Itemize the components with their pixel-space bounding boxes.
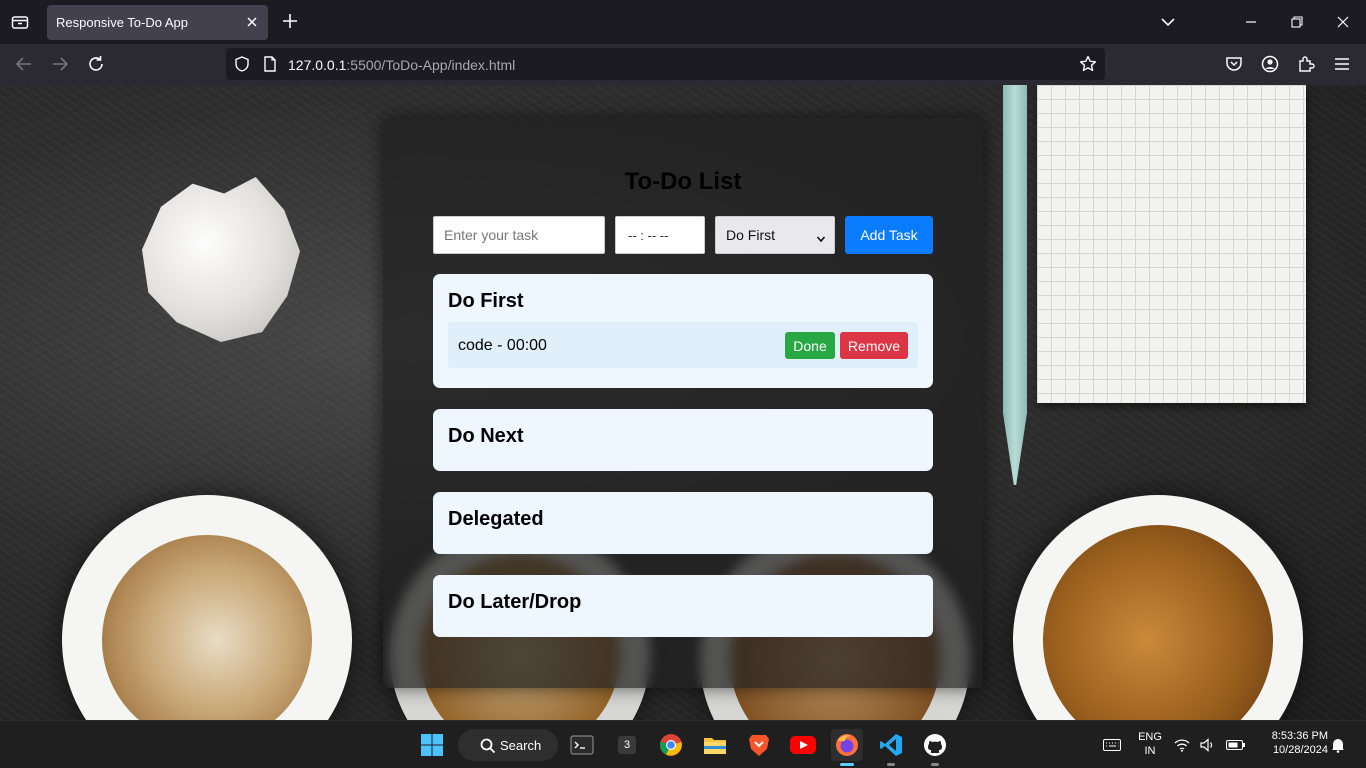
quadrant-title: Do Later/Drop [448, 591, 582, 613]
url-bar[interactable]: 127.0.0.1:5500/ToDo-App/index.html [226, 48, 1105, 80]
minimize-icon[interactable] [1241, 12, 1261, 32]
quadrant-do-later: Do Later/Drop [433, 575, 933, 637]
priority-select-value: Do First [726, 227, 775, 243]
windows-start-icon[interactable] [416, 729, 448, 761]
url-path: :5500/ToDo-App/index.html [346, 57, 516, 73]
star-icon[interactable] [1079, 55, 1097, 73]
clock-date: 10/28/2024 [1272, 744, 1328, 756]
remove-button[interactable]: Remove [840, 332, 908, 359]
restore-icon[interactable] [1287, 12, 1307, 32]
quadrant-title: Do Next [448, 425, 524, 447]
task-item: code - 00:00 Done Remove [448, 322, 918, 368]
back-icon[interactable] [14, 54, 34, 74]
task-text: code - 00:00 [458, 337, 547, 354]
clock-time: 8:53:36 PM [1271, 730, 1328, 742]
extensions-icon[interactable] [1296, 54, 1316, 74]
forward-icon[interactable] [50, 54, 70, 74]
quadrant-title: Do First [448, 290, 524, 312]
window-close-icon[interactable] [1333, 12, 1353, 32]
chevron-down-icon[interactable] [1158, 12, 1178, 32]
tab-title: Responsive To-Do App [56, 15, 189, 30]
quadrant-do-next: Do Next [433, 409, 933, 471]
notepad-image [1037, 85, 1306, 403]
terminal-icon[interactable] [566, 729, 598, 761]
browser-tab-active[interactable]: Responsive To-Do App [47, 5, 268, 40]
page-icon[interactable] [262, 56, 278, 72]
brave-icon[interactable] [743, 729, 775, 761]
clock[interactable]: 8:53:36 PM 10/28/2024 [1256, 730, 1328, 756]
reload-icon[interactable] [86, 54, 106, 74]
file-explorer-icon[interactable] [699, 729, 731, 761]
browser-tab-bar: Responsive To-Do App [0, 0, 1366, 44]
add-task-button[interactable]: Add Task [845, 216, 933, 254]
keyboard-icon[interactable] [1096, 729, 1128, 761]
quadrant-title: Delegated [448, 508, 544, 530]
firefox-icon[interactable] [831, 729, 863, 766]
browser-nav-bar: 127.0.0.1:5500/ToDo-App/index.html [0, 44, 1366, 85]
wifi-icon[interactable] [1172, 729, 1192, 761]
quadrant-do-first: Do First code - 00:00 Done Remove [433, 274, 933, 388]
pocket-icon[interactable] [1224, 54, 1244, 74]
page-viewport: To-Do List -- : -- -- Do First Add Task … [0, 85, 1366, 720]
search-label: Search [500, 738, 542, 753]
battery-icon[interactable] [1225, 729, 1247, 761]
url-host: 127.0.0.1 [288, 57, 347, 73]
shield-icon[interactable] [234, 56, 250, 72]
taskbar-search[interactable]: Search [458, 729, 558, 761]
done-button[interactable]: Done [785, 332, 835, 359]
task-input[interactable] [433, 216, 605, 254]
github-icon[interactable] [919, 729, 951, 766]
virtual-desktop-badge[interactable]: 3 [611, 729, 643, 761]
region-code: IN [1144, 745, 1156, 757]
plus-icon[interactable] [281, 12, 299, 30]
chevron-down-icon [816, 231, 826, 243]
active-indicator [840, 763, 854, 766]
language-indicator[interactable]: ENG IN [1134, 731, 1166, 757]
url-text: 127.0.0.1:5500/ToDo-App/index.html [288, 57, 515, 73]
running-indicator [931, 763, 939, 766]
vscode-icon[interactable] [875, 729, 907, 766]
page-title: To-Do List [624, 168, 742, 195]
youtube-icon[interactable] [787, 729, 819, 761]
account-icon[interactable] [1260, 54, 1280, 74]
notification-icon[interactable] [1330, 729, 1346, 761]
search-icon [480, 738, 496, 754]
tab-list-icon[interactable] [8, 10, 32, 34]
todo-app-container: To-Do List -- : -- -- Do First Add Task … [383, 118, 983, 688]
quadrant-delegated: Delegated [433, 492, 933, 554]
speaker-icon[interactable] [1198, 729, 1218, 761]
running-indicator [887, 763, 895, 766]
priority-select[interactable]: Do First [715, 216, 835, 254]
time-input[interactable]: -- : -- -- [615, 216, 705, 254]
language-code: ENG [1138, 731, 1162, 743]
close-icon[interactable] [244, 14, 260, 30]
desktop-count: 3 [618, 736, 636, 754]
pencil-image [1003, 85, 1027, 485]
menu-icon[interactable] [1332, 54, 1352, 74]
windows-taskbar: Search 3 ENG IN 8:53:36 PM 10/28/2024 [0, 720, 1366, 768]
chrome-icon[interactable] [655, 729, 687, 761]
